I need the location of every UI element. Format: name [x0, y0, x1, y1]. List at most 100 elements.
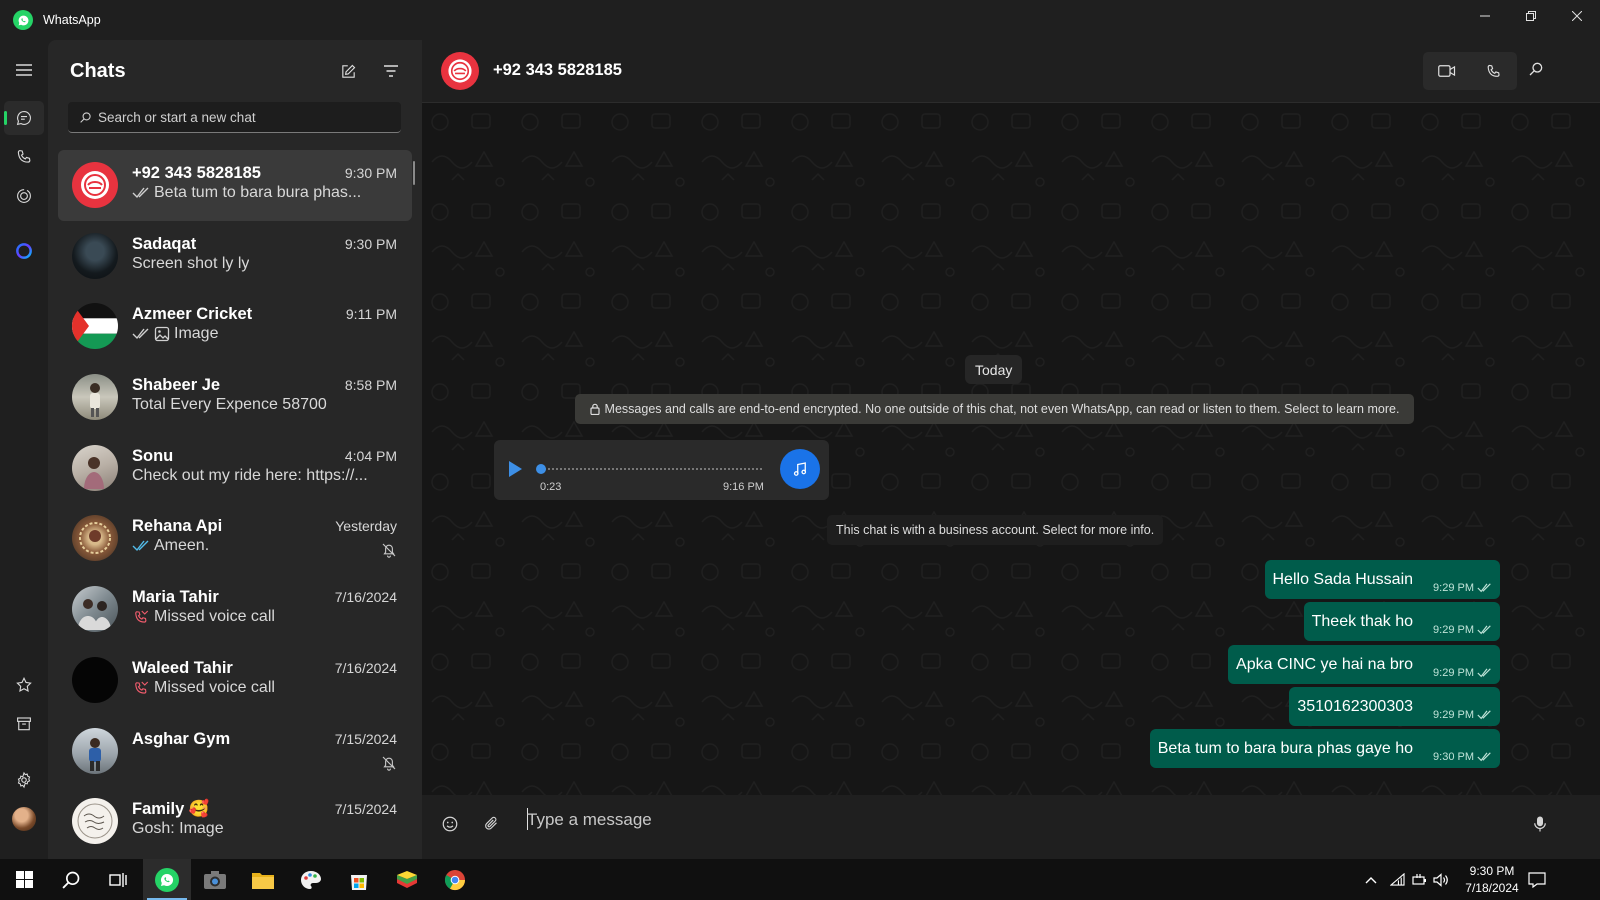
- chat-preview: Beta tum to bara bura phas...: [132, 184, 361, 202]
- contact-name[interactable]: +92 343 5828185: [493, 61, 622, 80]
- search-in-chat-button[interactable]: [1528, 61, 1544, 77]
- hamburger-icon: [16, 64, 32, 76]
- emoji-button[interactable]: [441, 815, 459, 833]
- video-call-button[interactable]: [1423, 52, 1470, 90]
- image-icon: [154, 326, 170, 342]
- play-button[interactable]: [507, 460, 523, 478]
- message-input[interactable]: [527, 805, 1517, 835]
- calls-nav-button[interactable]: [4, 140, 44, 174]
- voice-progress-knob[interactable]: [536, 464, 546, 474]
- taskbar-clock[interactable]: 9:30 PM 7/18/2024: [1452, 863, 1532, 897]
- taskbar-search-button[interactable]: [47, 859, 95, 900]
- double-check-icon: [1477, 582, 1491, 592]
- voice-time: 9:16 PM: [723, 481, 764, 493]
- contact-avatar[interactable]: [441, 52, 479, 90]
- volume-tray-icon[interactable]: [1430, 859, 1452, 900]
- chat-item[interactable]: +92 343 5828185 9:30 PM Beta tum to bara…: [58, 150, 412, 221]
- conversation-header[interactable]: +92 343 5828185: [422, 40, 1600, 103]
- task-view-button[interactable]: [94, 859, 142, 900]
- network-tray-icon[interactable]: [1386, 859, 1408, 900]
- search-icon: [79, 111, 92, 124]
- battery-tray-icon[interactable]: [1408, 859, 1430, 900]
- double-check-icon: [1477, 667, 1491, 677]
- message-meta: 9:29 PM: [1433, 582, 1492, 594]
- search-box[interactable]: [68, 102, 401, 133]
- chat-item[interactable]: Sadaqat 9:30 PM Screen shot ly ly: [58, 221, 412, 292]
- menu-button[interactable]: [4, 53, 44, 87]
- chat-preview-text: Gosh: Image: [132, 820, 224, 838]
- action-center-button[interactable]: [1522, 859, 1552, 900]
- encryption-notice[interactable]: Messages and calls are end-to-end encryp…: [575, 394, 1414, 424]
- taskbar-store[interactable]: [335, 859, 383, 900]
- taskbar-whatsapp[interactable]: [143, 859, 191, 900]
- double-check-icon: [1477, 624, 1491, 634]
- chat-item[interactable]: Rehana Api Yesterday Ameen.: [58, 503, 412, 574]
- scrollbar-thumb[interactable]: [413, 161, 415, 185]
- filter-button[interactable]: [380, 60, 402, 82]
- business-account-notice[interactable]: This chat is with a business account. Se…: [827, 515, 1164, 545]
- new-chat-button[interactable]: [337, 60, 359, 82]
- status-nav-button[interactable]: [4, 179, 44, 213]
- title-bar: WhatsApp: [0, 0, 1600, 40]
- archived-nav-button[interactable]: [4, 707, 44, 741]
- chat-preview-text: Ameen.: [154, 537, 210, 555]
- taskbar-file-explorer[interactable]: [239, 859, 287, 900]
- message-time: 9:29 PM: [1433, 581, 1474, 594]
- chat-item[interactable]: Waleed Tahir 7/16/2024 Missed voice call: [58, 645, 412, 716]
- attach-button[interactable]: [483, 815, 500, 832]
- chat-time: 7/16/2024: [334, 659, 397, 676]
- chat-list-title: Chats: [70, 59, 126, 82]
- minimize-button[interactable]: [1462, 0, 1508, 32]
- chat-item[interactable]: Maria Tahir 7/16/2024 Missed voice call: [58, 574, 412, 645]
- chat-name: Family 🥰: [132, 800, 210, 819]
- taskbar-camera[interactable]: [191, 859, 239, 900]
- filter-icon: [384, 65, 398, 77]
- taskbar-bluestacks[interactable]: [383, 859, 431, 900]
- chat-preview: Missed voice call: [132, 679, 275, 697]
- chat-item[interactable]: Asghar Gym 7/15/2024: [58, 716, 412, 787]
- voice-record-button[interactable]: [1532, 815, 1548, 833]
- conversation-panel: +92 343 5828185 Today Messages and calls…: [422, 40, 1600, 859]
- chat-items: +92 343 5828185 9:30 PM Beta tum to bara…: [58, 150, 412, 857]
- voice-call-button[interactable]: [1470, 52, 1517, 90]
- chat-preview: Gosh: Image: [132, 820, 224, 838]
- message-time: 9:29 PM: [1433, 666, 1474, 679]
- chat-preview-text: Missed voice call: [154, 608, 275, 626]
- outgoing-message[interactable]: Theek thak ho 9:29 PM: [1303, 602, 1500, 641]
- taskbar-paint[interactable]: [287, 859, 335, 900]
- clock-time: 9:30 PM: [1469, 864, 1515, 878]
- windows-logo-icon: [15, 871, 33, 888]
- chat-item[interactable]: Sonu 4:04 PM Check out my ride here: htt…: [58, 433, 412, 504]
- taskbar-chrome[interactable]: [431, 859, 479, 900]
- outgoing-message[interactable]: 3510162300303 9:29 PM: [1289, 687, 1500, 726]
- show-hidden-icons-button[interactable]: [1360, 859, 1382, 900]
- chat-time: 7/15/2024: [334, 730, 397, 747]
- chat-item[interactable]: Azmeer Cricket 9:11 PM Image: [58, 291, 412, 362]
- voice-progress-track[interactable]: [540, 468, 762, 470]
- profile-button[interactable]: [4, 802, 44, 836]
- folder-icon: [252, 872, 274, 889]
- chat-item[interactable]: Shabeer Je 8:58 PM Total Every Expence 5…: [58, 362, 412, 433]
- search-input[interactable]: [98, 109, 388, 125]
- chats-nav-button[interactable]: [4, 101, 44, 135]
- outgoing-message[interactable]: Beta tum to bara bura phas gaye ho 9:30 …: [1149, 729, 1500, 768]
- outgoing-message[interactable]: Apka CINC ye hai na bro 9:29 PM: [1228, 645, 1500, 684]
- restore-button[interactable]: [1508, 0, 1554, 32]
- double-check-icon: [132, 187, 150, 199]
- search-icon: [62, 871, 80, 889]
- chat-preview: Total Every Expence 58700: [132, 396, 327, 414]
- chat-name: Sonu: [132, 446, 174, 465]
- avatar: [72, 586, 118, 633]
- meta-ai-button[interactable]: [4, 234, 44, 268]
- app-title: WhatsApp: [43, 13, 101, 27]
- outgoing-message[interactable]: Hello Sada Hussain 9:29 PM: [1264, 560, 1500, 599]
- starred-nav-button[interactable]: [4, 668, 44, 702]
- chat-preview: Screen shot ly ly: [132, 255, 249, 273]
- avatar: [72, 798, 118, 845]
- chat-list-panel: Chats +92 343 5828185 9:30 PM Beta tum t…: [48, 40, 422, 859]
- chat-item[interactable]: Family 🥰 7/15/2024 Gosh: Image: [58, 786, 412, 857]
- settings-nav-button[interactable]: [4, 763, 44, 797]
- start-button[interactable]: [0, 859, 48, 900]
- close-button[interactable]: [1554, 0, 1600, 32]
- chat-list-header: Chats: [48, 40, 422, 102]
